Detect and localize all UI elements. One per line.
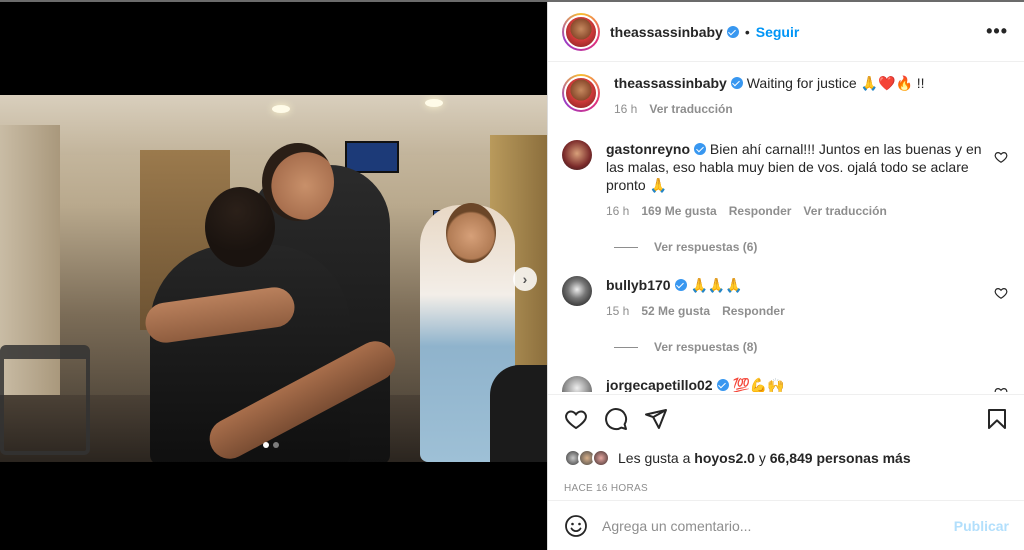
likes-count[interactable]: 66,849 personas más [770, 450, 911, 466]
like-comment-heart-icon[interactable] [994, 150, 1008, 164]
comment-text: 🙏🙏🙏 [690, 277, 743, 293]
like-comment-heart-icon[interactable] [994, 286, 1008, 300]
post-side-panel: theassassinbaby • Seguir ••• theassassin… [547, 2, 1024, 550]
verified-badge-icon [674, 279, 687, 291]
verified-badge-icon [694, 143, 707, 155]
commenter-avatar[interactable] [562, 376, 592, 392]
commenter-avatar[interactable] [562, 276, 592, 306]
emoji-icon[interactable] [564, 514, 588, 538]
comment-input[interactable]: Agrega un comentario... [602, 518, 954, 534]
avatar-image [564, 76, 598, 110]
view-replies-link[interactable]: Ver respuestas (8) [614, 340, 1008, 354]
liker-avatars [564, 449, 610, 467]
share-paper-plane-icon[interactable] [644, 407, 668, 431]
photo-ceiling [0, 95, 547, 155]
comment-body: gastonreyno Bien ahí carnal!!! Juntos en… [606, 140, 984, 220]
caption-text: Waiting for justice 🙏❤️🔥 !! [746, 75, 925, 91]
liker-avatar [592, 449, 610, 467]
post-photo[interactable]: › [0, 95, 547, 462]
action-icons [564, 407, 1009, 431]
separator: • [744, 23, 750, 40]
post-actions: Les gusta a hoyos2.0 y 66,849 personas m… [548, 394, 1024, 494]
more-options-icon[interactable]: ••• [986, 21, 1008, 42]
caption-time[interactable]: 16 h [614, 100, 637, 118]
comment-item: gastonreyno Bien ahí carnal!!! Juntos en… [562, 140, 1008, 220]
commenter-avatar[interactable] [562, 140, 592, 170]
photo-tv [345, 141, 399, 173]
save-bookmark-icon[interactable] [985, 407, 1009, 431]
liker-username[interactable]: hoyos2.0 [694, 450, 755, 466]
photo-man-head [262, 143, 334, 221]
translate-link[interactable]: Ver traducción [649, 100, 732, 118]
comment-body: jorgecapetillo02 💯💪🙌 [606, 376, 984, 392]
verified-badge-icon [730, 77, 743, 89]
verified-badge-icon [726, 25, 739, 38]
comment-likes[interactable]: 52 Me gusta [641, 302, 710, 320]
photo-light [272, 105, 290, 113]
comment-time[interactable]: 15 h [606, 302, 629, 320]
comment-username[interactable]: bullyb170 [606, 277, 671, 293]
like-heart-icon[interactable] [564, 407, 588, 431]
publish-button[interactable]: Publicar [954, 518, 1009, 534]
translate-link[interactable]: Ver traducción [803, 202, 886, 220]
follow-button[interactable]: Seguir [756, 24, 800, 40]
caption-username[interactable]: theassassinbaby [614, 75, 727, 91]
instagram-post-view: › theassassinbaby • Seguir ••• theassass… [0, 0, 1024, 550]
caption-meta: 16 h Ver traducción [614, 100, 1008, 118]
like-comment-heart-icon[interactable] [994, 386, 1008, 392]
post-media: › [0, 2, 547, 550]
comment-meta: 15 h 52 Me gusta Responder [606, 302, 984, 320]
caption: theassassinbaby Waiting for justice 🙏❤️🔥… [562, 74, 1008, 118]
comments-list[interactable]: theassassinbaby Waiting for justice 🙏❤️🔥… [548, 62, 1024, 392]
author-avatar[interactable] [562, 12, 600, 51]
reply-button[interactable]: Responder [722, 302, 785, 320]
comment-item: bullyb170 🙏🙏🙏 15 h 52 Me gusta Responder [562, 276, 1008, 320]
comment-bubble-icon[interactable] [604, 407, 628, 431]
photo-woman-head [446, 203, 496, 263]
avatar-image [564, 14, 598, 49]
replies-line [614, 246, 638, 248]
reply-button[interactable]: Responder [729, 202, 792, 220]
comment-username[interactable]: jorgecapetillo02 [606, 377, 713, 392]
carousel-indicator [263, 442, 279, 448]
carousel-dot-active [263, 442, 269, 448]
add-comment-bar: Agrega un comentario... Publicar [548, 500, 1024, 550]
carousel-dot [273, 442, 279, 448]
comment-likes[interactable]: 169 Me gusta [641, 202, 716, 220]
photo-light [425, 99, 443, 107]
replies-label: Ver respuestas (8) [654, 340, 758, 354]
photo-chair [0, 345, 90, 455]
chevron-right-icon: › [522, 271, 528, 287]
verified-badge-icon [716, 379, 729, 391]
replies-label: Ver respuestas (6) [654, 240, 758, 254]
replies-line [614, 346, 638, 348]
photo-figure [490, 365, 547, 462]
comment-meta: 16 h 169 Me gusta Responder Ver traducci… [606, 202, 984, 220]
comment-time[interactable]: 16 h [606, 202, 629, 220]
comment-body: bullyb170 🙏🙏🙏 15 h 52 Me gusta Responder [606, 276, 984, 320]
comment-text: 💯💪🙌 [732, 377, 785, 392]
post-timestamp[interactable]: HACE 16 HORAS [564, 483, 1009, 494]
caption-body: theassassinbaby Waiting for justice 🙏❤️🔥… [614, 74, 1008, 118]
likes-summary[interactable]: Les gusta a hoyos2.0 y 66,849 personas m… [564, 449, 1009, 467]
photo-man-head [205, 187, 275, 267]
comment-item: jorgecapetillo02 💯💪🙌 [562, 376, 1008, 392]
likes-connector: y [758, 450, 766, 466]
likes-prefix: Les gusta a [618, 450, 691, 466]
comment-username[interactable]: gastonreyno [606, 141, 690, 157]
post-header: theassassinbaby • Seguir ••• [548, 2, 1024, 62]
author-username[interactable]: theassassinbaby [610, 24, 723, 40]
author-avatar[interactable] [562, 74, 600, 112]
carousel-next-button[interactable]: › [513, 267, 537, 291]
view-replies-link[interactable]: Ver respuestas (6) [614, 240, 1008, 254]
